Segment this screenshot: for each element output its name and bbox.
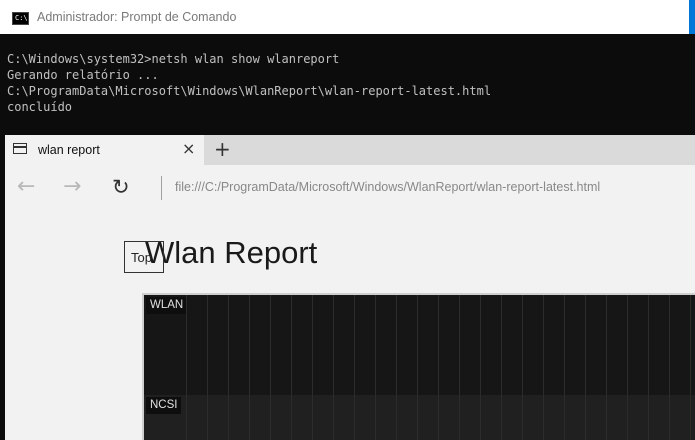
refresh-icon[interactable]: ↻: [112, 172, 130, 202]
cmd-window-icon[interactable]: C:\: [12, 12, 29, 25]
page-title: Wlan Report: [145, 235, 317, 271]
address-divider: [161, 176, 162, 200]
grid-line: [690, 295, 691, 440]
lane-label-ncsi: NCSI: [146, 397, 181, 414]
close-tab-icon[interactable]: ×: [182, 139, 195, 159]
console-line: Gerando relatório ...: [7, 67, 491, 83]
ncsi-lane: NCSI: [144, 395, 695, 440]
grid-line: [543, 295, 544, 440]
grid-line: [375, 295, 376, 440]
tab-wlan-report[interactable]: wlan report ×: [5, 135, 204, 165]
cmd-window-title: Administrador: Prompt de Comando: [37, 10, 236, 24]
grid-line: [669, 295, 670, 440]
grid-line: [417, 295, 418, 440]
grid-line: [606, 295, 607, 440]
grid-line: [585, 295, 586, 440]
grid-line: [354, 295, 355, 440]
wlan-lane: WLAN: [144, 295, 695, 395]
browser-window: wlan report × + ← → ↻ file:///C:/Program…: [5, 135, 695, 440]
tab-label: wlan report: [38, 143, 100, 157]
back-arrow-icon[interactable]: ←: [17, 172, 35, 202]
grid-line: [249, 295, 250, 440]
cmd-icon-text: C:\: [15, 14, 28, 23]
grid-line: [522, 295, 523, 440]
navigation-bar: ← → ↻ file:///C:/ProgramData/Microsoft/W…: [5, 165, 695, 211]
console-output[interactable]: C:\Windows\system32>netsh wlan show wlan…: [7, 51, 491, 115]
grid-line: [270, 295, 271, 440]
tab-bar: wlan report × +: [5, 135, 695, 165]
grid-line: [291, 295, 292, 440]
console-line: C:\ProgramData\Microsoft\Windows\WlanRep…: [7, 83, 491, 99]
grid-line: [438, 295, 439, 440]
grid-line: [627, 295, 628, 440]
address-bar[interactable]: file:///C:/ProgramData/Microsoft/Windows…: [175, 180, 600, 194]
grid-line: [396, 295, 397, 440]
grid-line: [312, 295, 313, 440]
grid-line: [480, 295, 481, 440]
top-button-label: Top: [131, 250, 152, 265]
console-line: concluído: [7, 99, 491, 115]
new-tab-button[interactable]: +: [214, 137, 231, 161]
grid-line: [459, 295, 460, 440]
window-edge: [689, 0, 695, 34]
console-line: C:\Windows\system32>netsh wlan show wlan…: [7, 51, 491, 67]
command-prompt-window: C:\ Administrador: Prompt de Comando C:\…: [0, 0, 695, 135]
grid-line: [186, 295, 187, 440]
grid-line: [648, 295, 649, 440]
lane-label-wlan: WLAN: [146, 297, 187, 314]
top-button[interactable]: Top: [124, 241, 164, 273]
grid-line: [333, 295, 334, 440]
grid-line: [501, 295, 502, 440]
forward-arrow-icon[interactable]: →: [63, 172, 81, 202]
page-content: Wlan Report Top WLAN NCSI: [5, 211, 695, 440]
timeline-chart: WLAN NCSI: [142, 293, 695, 440]
grid-line: [228, 295, 229, 440]
grid-line: [207, 295, 208, 440]
tab-page-icon: [13, 143, 27, 154]
cmd-title-bar[interactable]: C:\ Administrador: Prompt de Comando: [0, 0, 695, 34]
grid-line: [564, 295, 565, 440]
